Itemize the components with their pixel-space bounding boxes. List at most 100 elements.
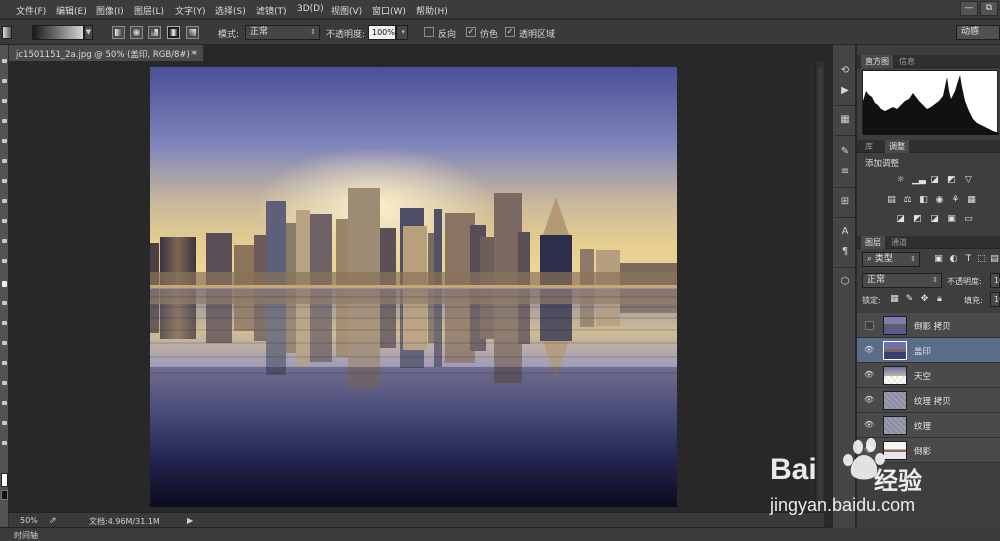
menu-type[interactable]: 文字(Y) — [175, 4, 206, 17]
vibrance-icon[interactable]: ▽ — [963, 175, 974, 186]
properties-icon[interactable]: ▦ — [838, 113, 852, 127]
menu-edit[interactable]: 编辑(E) — [56, 4, 87, 17]
minimize-button[interactable]: — — [960, 1, 978, 16]
type-tool-icon[interactable] — [2, 361, 7, 365]
lock-position-icon[interactable]: ✥ — [919, 294, 930, 305]
selective-color-icon[interactable]: ▣ — [946, 214, 957, 225]
visibility-toggle[interactable] — [865, 321, 874, 330]
layer-row[interactable]: 👁︎ 纹理 拷贝 — [857, 388, 1000, 413]
menu-file[interactable]: 文件(F) — [16, 4, 46, 17]
clone-stamp-tool-icon[interactable] — [2, 219, 7, 223]
layer-opacity-field[interactable]: 10 — [990, 273, 1000, 288]
document-image[interactable] — [150, 67, 677, 507]
hue-saturation-icon[interactable]: ▤ — [886, 195, 897, 206]
opacity-field[interactable]: 100% — [368, 25, 396, 40]
menu-help[interactable]: 帮助(H) — [416, 4, 448, 17]
menu-view[interactable]: 视图(V) — [331, 4, 362, 17]
filter-type-icon[interactable]: T — [963, 254, 974, 265]
brush-tool-icon[interactable] — [2, 199, 7, 203]
quick-select-tool-icon[interactable] — [2, 119, 7, 123]
eyedropper-tool-icon[interactable] — [2, 159, 7, 163]
blend-mode-select[interactable]: 正常 ⇕ — [862, 273, 942, 288]
foreground-color-swatch[interactable] — [1, 473, 8, 487]
brightness-contrast-icon[interactable]: ☼ — [895, 175, 906, 186]
history-brush-tool-icon[interactable] — [2, 239, 7, 243]
gradient-picker[interactable] — [32, 25, 84, 40]
eye-icon[interactable]: 👁︎ — [864, 346, 874, 354]
filter-smart-object-icon[interactable]: ▤ — [989, 254, 1000, 265]
zoom-level[interactable]: 50% — [20, 516, 38, 525]
menu-filter[interactable]: 滤镜(T) — [256, 4, 287, 17]
workspace-select[interactable]: 动感 — [956, 25, 1000, 40]
status-menu-arrow[interactable]: ▶ — [187, 516, 193, 525]
layer-row[interactable]: 👁︎ 盖印 — [857, 338, 1000, 363]
marquee-tool-icon[interactable] — [2, 79, 7, 83]
invert-icon[interactable]: ◪ — [895, 214, 906, 225]
levels-icon[interactable]: ▁▃ — [912, 175, 926, 186]
filter-pixel-icon[interactable]: ▣ — [933, 254, 944, 265]
tab-library[interactable]: 库 — [861, 140, 877, 153]
actions-play-icon[interactable]: ▶ — [838, 84, 852, 98]
tab-adjustments[interactable]: 调整 — [885, 140, 909, 153]
zoom-tool-icon[interactable] — [2, 441, 7, 445]
tab-info[interactable]: 信息 — [895, 55, 919, 68]
tab-layers[interactable]: 图层 — [861, 236, 885, 249]
opacity-dropdown[interactable]: ▾ — [396, 25, 408, 40]
brush-panel-icon[interactable]: ✎ — [838, 145, 852, 159]
layer-row[interactable]: 倒影 拷贝 — [857, 313, 1000, 338]
transparency-checkbox[interactable]: ✓ — [505, 27, 515, 37]
3d-icon[interactable]: ⬡ — [838, 275, 852, 289]
threshold-icon[interactable]: ◪ — [929, 214, 940, 225]
posterize-icon[interactable]: ◩ — [912, 214, 923, 225]
chevron-down-icon[interactable]: ▼ — [84, 25, 93, 40]
photo-filter-icon[interactable]: ◉ — [934, 195, 945, 206]
tab-channels[interactable]: 通道 — [887, 236, 911, 249]
channel-mixer-icon[interactable]: ⚘ — [950, 195, 961, 206]
reverse-checkbox[interactable] — [424, 27, 434, 37]
layer-row[interactable]: 👁︎ 天空 — [857, 363, 1000, 388]
brush-presets-icon[interactable]: ≡ — [838, 165, 852, 179]
hand-tool-icon[interactable] — [2, 421, 7, 425]
color-balance-icon[interactable]: ⚖ — [902, 195, 913, 206]
lock-all-icon[interactable]: 🔒︎ — [934, 294, 945, 305]
clone-source-icon[interactable]: ⊞ — [838, 195, 852, 209]
linear-gradient-button[interactable] — [112, 26, 125, 39]
move-tool-icon[interactable] — [2, 59, 7, 63]
blur-tool-icon[interactable] — [2, 301, 7, 305]
layer-filter-select[interactable]: ⌕ 类型 ⇕ — [862, 252, 920, 267]
timeline-panel-bar[interactable]: 时间轴 — [0, 527, 1000, 541]
path-select-tool-icon[interactable] — [2, 381, 7, 385]
document-tab[interactable]: jc1501151_2a.jpg @ 50% (盖印, RGB/8#) * × — [9, 45, 204, 61]
dither-checkbox[interactable]: ✓ — [466, 27, 476, 37]
menu-3d[interactable]: 3D(D) — [297, 4, 324, 14]
close-icon[interactable]: × — [190, 48, 197, 57]
color-lookup-icon[interactable]: ▦ — [966, 195, 977, 206]
filter-adjustment-icon[interactable]: ◐ — [948, 254, 959, 265]
pen-tool-icon[interactable] — [2, 341, 7, 345]
angle-gradient-button[interactable] — [148, 26, 161, 39]
diamond-gradient-button[interactable] — [186, 26, 199, 39]
menu-select[interactable]: 选择(S) — [215, 4, 246, 17]
eye-icon[interactable]: 👁︎ — [864, 371, 874, 379]
share-icon[interactable]: ⇗ — [49, 516, 57, 526]
filter-shape-icon[interactable]: ⬚ — [976, 254, 987, 265]
radial-gradient-button[interactable] — [130, 26, 143, 39]
gradient-tool-preset-icon[interactable] — [2, 26, 12, 39]
lock-transparent-icon[interactable]: ▦ — [889, 294, 900, 305]
paragraph-icon[interactable]: ¶ — [838, 245, 852, 259]
eye-icon[interactable]: 👁︎ — [864, 396, 874, 404]
exposure-icon[interactable]: ◩ — [946, 175, 957, 186]
menu-window[interactable]: 窗口(W) — [372, 4, 406, 17]
menu-image[interactable]: 图像(I) — [96, 4, 124, 17]
gradient-map-icon[interactable]: ▭ — [963, 214, 974, 225]
tab-histogram[interactable]: 直方图 — [861, 55, 893, 68]
black-white-icon[interactable]: ◧ — [918, 195, 929, 206]
restore-button[interactable]: ⧉ — [980, 1, 998, 16]
gradient-tool-icon[interactable] — [2, 281, 7, 287]
character-icon[interactable]: A — [838, 225, 852, 239]
history-icon[interactable]: ⟲ — [838, 64, 852, 78]
crop-tool-icon[interactable] — [2, 139, 7, 143]
healing-brush-tool-icon[interactable] — [2, 179, 7, 183]
curves-icon[interactable]: ◪ — [929, 175, 940, 186]
eraser-tool-icon[interactable] — [2, 259, 7, 263]
